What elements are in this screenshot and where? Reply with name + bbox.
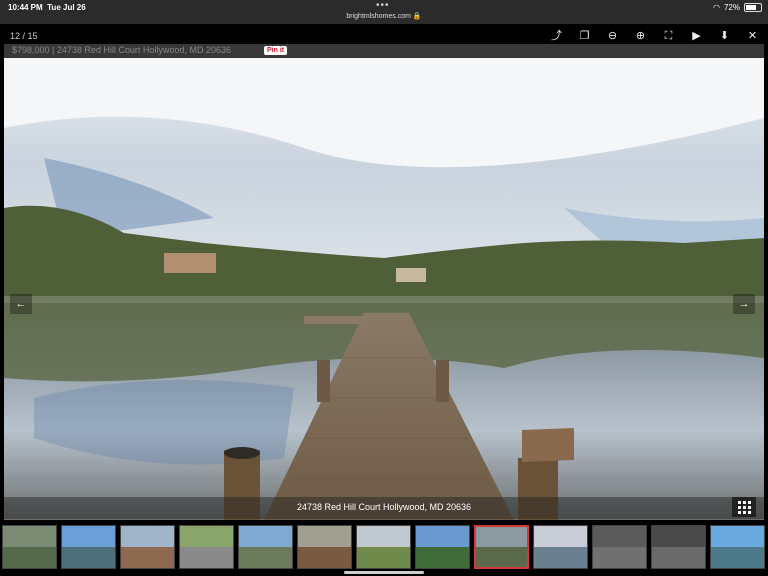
- copy-icon[interactable]: ❐: [577, 29, 592, 43]
- battery-icon: [744, 3, 762, 12]
- thumbnail[interactable]: [415, 525, 470, 569]
- grid-icon: [737, 500, 741, 504]
- listing-caption-bar: $798,000 | 24738 Red Hill Court Hollywoo…: [4, 44, 764, 58]
- play-icon[interactable]: ▶: [689, 29, 704, 43]
- thumbnail[interactable]: [533, 525, 588, 569]
- photo-address: 24738 Red Hill Court Hollywood, MD 20636: [296, 502, 472, 512]
- thumbnail[interactable]: [120, 525, 175, 569]
- close-icon[interactable]: ✕: [745, 29, 760, 43]
- thumbnail[interactable]: [297, 525, 352, 569]
- arrow-left-icon: ←: [15, 298, 27, 310]
- thumbnail[interactable]: [238, 525, 293, 569]
- dock-lake-photo: [4, 58, 764, 520]
- share-icon[interactable]: ⤴: [549, 29, 564, 43]
- status-time: 10:44 PM Tue Jul 26: [8, 3, 86, 12]
- thumbnail[interactable]: [2, 525, 57, 569]
- thumbnail[interactable]: [651, 525, 706, 569]
- photo-counter: 12 / 15: [10, 31, 38, 41]
- address-bar[interactable]: brightmlshomes.com 🔒: [0, 12, 768, 20]
- zoom-out-icon[interactable]: ⊖: [605, 29, 620, 43]
- listing-caption: $798,000 | 24738 Red Hill Court Hollywoo…: [12, 45, 231, 55]
- previous-photo-button[interactable]: ←: [10, 294, 32, 314]
- status-bar: 10:44 PM Tue Jul 26 ••• brightmlshomes.c…: [0, 0, 768, 24]
- next-photo-button[interactable]: →: [733, 294, 755, 314]
- lock-icon: 🔒: [412, 13, 422, 20]
- home-indicator[interactable]: [344, 571, 424, 574]
- thumbnail[interactable]: [61, 525, 116, 569]
- zoom-in-icon[interactable]: ⊕: [633, 29, 648, 43]
- browser-menu-dots[interactable]: •••: [376, 0, 390, 11]
- thumbnail[interactable]: [592, 525, 647, 569]
- thumbnail-strip: [2, 525, 768, 571]
- thumbnail[interactable]: [710, 525, 765, 569]
- thumbnail[interactable]: [356, 525, 411, 569]
- thumbnail[interactable]: [474, 525, 529, 569]
- viewer-tools: ⤴ ❐ ⊖ ⊕ ⛶ ▶ ⬇ ✕: [549, 29, 760, 43]
- pin-it-button[interactable]: Pin it: [264, 46, 288, 55]
- grid-view-button[interactable]: [732, 497, 756, 517]
- arrow-right-icon: →: [738, 298, 750, 310]
- wifi-icon: ◠: [713, 3, 720, 12]
- main-photo: [4, 58, 764, 520]
- thumbnail[interactable]: [179, 525, 234, 569]
- battery-percent: 72%: [723, 3, 740, 12]
- fullscreen-icon[interactable]: ⛶: [661, 29, 676, 43]
- download-icon[interactable]: ⬇: [717, 29, 732, 43]
- system-indicators: ◠ 72%: [713, 3, 762, 12]
- photo-caption-bar: 24738 Red Hill Court Hollywood, MD 20636: [4, 497, 764, 519]
